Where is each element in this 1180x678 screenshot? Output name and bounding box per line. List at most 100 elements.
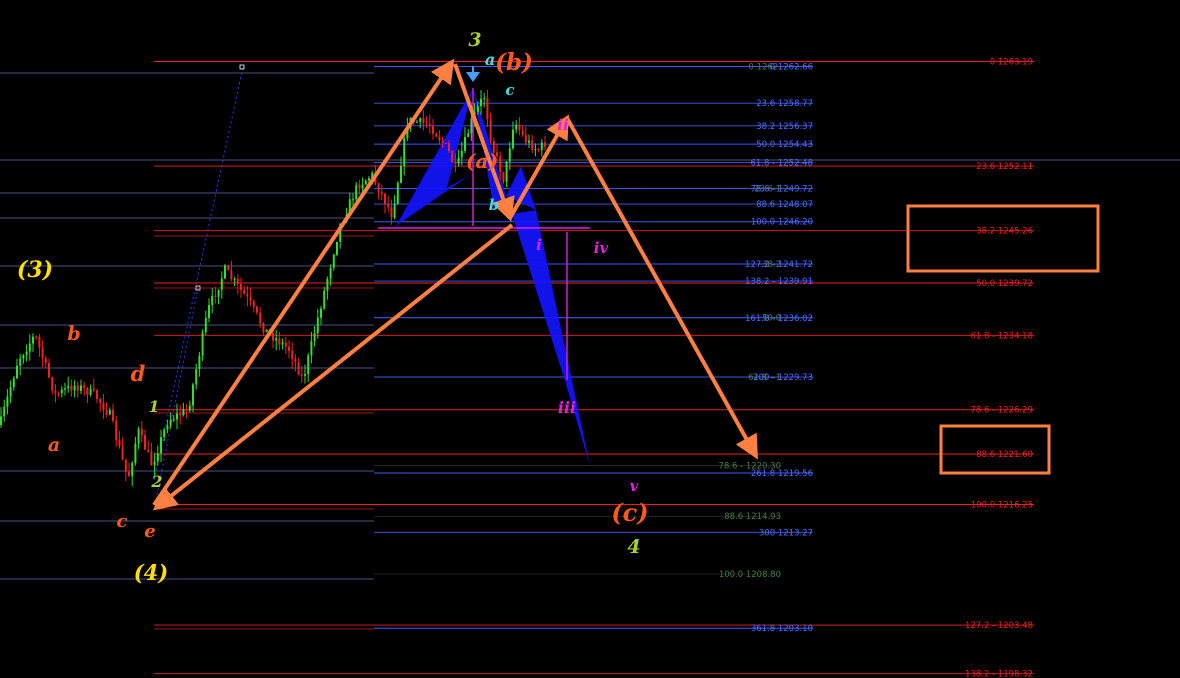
candle-body <box>67 385 70 389</box>
fib-label-secondary: 161.8 - 1236.02 <box>745 314 813 324</box>
candle-body <box>16 365 18 379</box>
candle-body <box>540 142 543 151</box>
candle <box>204 310 207 336</box>
candle-body <box>64 388 66 390</box>
candle-body <box>259 312 262 323</box>
candle <box>3 399 6 422</box>
wave-label: v <box>630 477 639 495</box>
candle-body <box>361 184 364 189</box>
candle <box>70 379 73 397</box>
fib-label-primary: 23.6 1252.11 <box>976 162 1033 172</box>
candle-body <box>336 241 338 255</box>
candle-body <box>134 443 137 464</box>
candle <box>99 397 102 413</box>
candle <box>48 358 50 380</box>
candle-body <box>377 183 380 193</box>
candle <box>416 119 418 123</box>
candle <box>217 289 220 305</box>
candle-body <box>86 387 89 395</box>
candle-body <box>368 178 370 181</box>
candle <box>54 384 57 403</box>
candle <box>524 126 527 146</box>
candle-body <box>214 295 217 297</box>
candle-body <box>32 336 34 344</box>
fib-label-faded: 88.6 1214.93 <box>724 512 781 522</box>
candle <box>67 376 70 393</box>
candle-body <box>176 413 178 420</box>
candle <box>480 89 482 115</box>
candle <box>22 353 25 364</box>
wave-label: 4 <box>627 536 640 558</box>
candle <box>32 333 34 352</box>
candle <box>230 260 233 282</box>
candle-body <box>70 385 73 391</box>
candle <box>83 381 86 396</box>
candle-body <box>499 156 502 173</box>
candle <box>195 363 198 390</box>
candle <box>534 143 537 157</box>
candle <box>281 338 284 350</box>
candle-body <box>476 106 479 113</box>
candle <box>176 403 178 430</box>
candle <box>179 404 182 425</box>
candle-body <box>172 419 175 421</box>
candle-body <box>48 362 50 378</box>
candle-body <box>124 459 127 472</box>
candle <box>502 171 505 184</box>
candle-body <box>444 142 447 144</box>
candle-body <box>6 396 9 407</box>
candle-body <box>416 121 418 123</box>
candle-body <box>528 140 530 143</box>
candle <box>38 333 41 357</box>
candle <box>505 161 508 188</box>
candle <box>236 274 239 295</box>
candle-body <box>150 451 153 466</box>
candle-body <box>160 437 162 454</box>
candle <box>377 182 380 200</box>
candle-body <box>304 374 306 376</box>
wave-label: (b) <box>495 49 533 76</box>
candle <box>489 112 492 144</box>
candle <box>486 89 489 128</box>
candle-body <box>166 425 169 430</box>
wave-label: 1 <box>148 397 159 416</box>
candle-body <box>457 157 460 164</box>
wave-label: iv <box>594 239 609 257</box>
fib-label-faded: 100.0 1208.80 <box>719 570 781 580</box>
candle <box>19 353 22 375</box>
candle-body <box>438 136 441 141</box>
fib-label-secondary: 0 1262.66 <box>770 63 813 73</box>
wave-label: iii <box>558 398 576 417</box>
candle <box>92 378 95 393</box>
candle <box>316 308 319 339</box>
candle-body <box>355 185 358 200</box>
candle-body <box>534 149 537 151</box>
candle <box>326 276 329 300</box>
candle-body <box>262 322 265 333</box>
candle-body <box>246 294 249 297</box>
candle-body <box>169 419 172 426</box>
candle <box>118 430 121 449</box>
candle <box>76 381 79 398</box>
wave-label: 2 <box>150 472 162 491</box>
candle <box>166 419 169 434</box>
candle <box>393 195 396 220</box>
candle <box>544 135 546 151</box>
candle-body <box>502 172 505 182</box>
candle-body <box>211 295 214 306</box>
candle-body <box>224 265 226 279</box>
candle-body <box>236 278 239 285</box>
candle-body <box>182 409 185 416</box>
candle <box>121 437 124 461</box>
candle <box>182 402 185 417</box>
candle <box>400 156 402 184</box>
candle <box>384 192 386 214</box>
candle <box>128 462 130 477</box>
candle-body <box>393 203 396 218</box>
wave-label: (a) <box>466 149 498 173</box>
candle-body <box>220 278 223 290</box>
candle <box>89 384 92 397</box>
candle-body <box>137 428 140 444</box>
candle <box>265 329 268 333</box>
candle-body <box>44 358 47 363</box>
